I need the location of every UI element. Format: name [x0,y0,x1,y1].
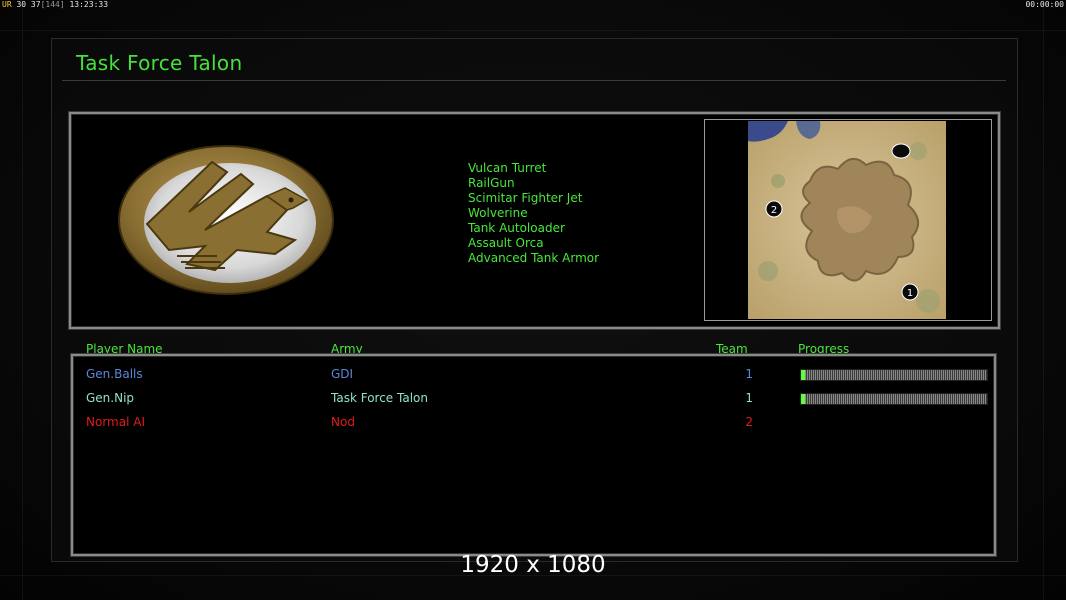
player-name: Gen.Nip [86,391,135,405]
map-marker-label: 1 [907,288,913,299]
progress-bar [800,369,988,381]
progress-fill [801,370,805,380]
upgrade-item: Wolverine [468,206,528,220]
bg-grid-line [0,30,1066,31]
title-bar: Task Force Talon [62,43,1006,81]
player-team: 1 [745,367,753,381]
upgrade-item: Vulcan Turret [468,161,547,175]
hud-clock: 13:23:33 [69,0,109,9]
page-title: Task Force Talon [76,51,243,75]
player-team: 2 [745,415,753,429]
hud-timer: 00:00:00 [1025,0,1064,9]
hud-ur-label: UR [2,0,12,9]
upgrade-item: Assault Orca [468,236,544,250]
bg-grid-line [22,0,23,600]
progress-bar [800,393,988,405]
upgrade-item: Scimitar Fighter Jet [468,191,583,205]
minimap: 2 1 [748,121,946,319]
hud-bracket: [144] [40,0,65,9]
player-name: Gen.Balls [86,367,143,381]
player-army: Nod [331,415,355,429]
player-name: Normal AI [86,415,145,429]
table-row: Normal AI Nod 2 [73,414,994,434]
upgrade-item: RailGun [468,176,515,190]
map-marker-icon [891,143,911,159]
talon-eagle-emblem-icon [118,145,334,295]
player-team: 1 [745,391,753,405]
bg-grid-line [1043,0,1044,600]
upgrade-list: Vulcan Turret RailGun Scimitar Fighter J… [468,161,599,266]
hud-fps: 30 37 [16,0,41,9]
resolution-watermark: 1920 x 1080 [460,552,606,578]
player-army: Task Force Talon [331,391,428,405]
faction-info-panel: Vulcan Turret RailGun Scimitar Fighter J… [69,112,1000,329]
loading-screen: UR 30 37[144] 13:23:33 00:00:00 Task For… [0,0,1066,600]
minimap-frame: 2 1 [704,119,992,321]
upgrade-item: Advanced Tank Armor [468,251,600,265]
upgrade-item: Tank Autoloader [468,221,565,235]
hud-performance-readout: UR 30 37[144] 13:23:33 [2,0,108,10]
table-row: Gen.Nip Task Force Talon 1 [73,390,994,410]
table-row: Gen.Balls GDI 1 [73,366,994,386]
players-table: Gen.Balls GDI 1 Gen.Nip Task Force Talon… [71,354,996,556]
player-army: GDI [331,367,354,381]
progress-fill [801,394,805,404]
map-marker-label: 2 [771,205,777,216]
